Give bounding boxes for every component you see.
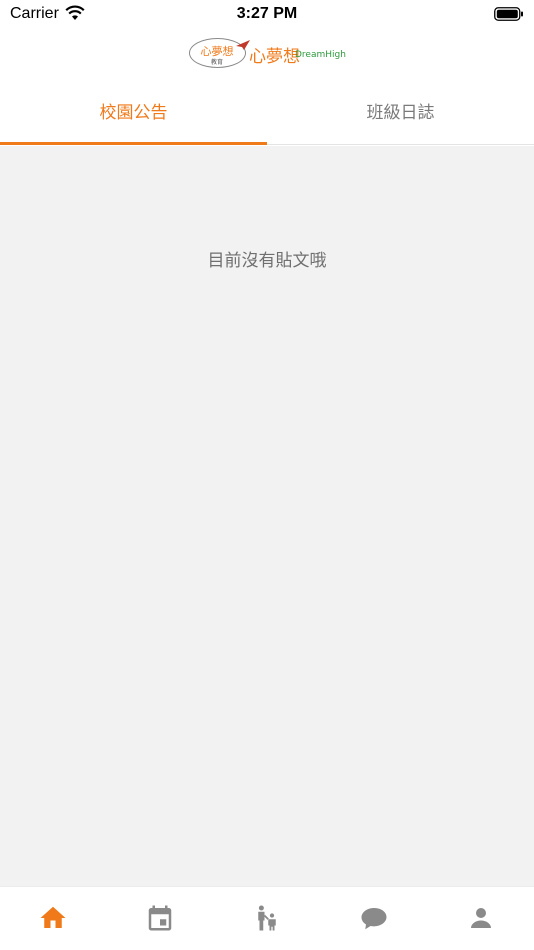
empty-state-message: 目前沒有貼文哦 bbox=[207, 251, 327, 271]
tab-campus-announcements[interactable]: 校園公告 bbox=[0, 84, 267, 145]
nav-profile-button[interactable] bbox=[466, 903, 496, 933]
tab-class-journal[interactable]: 班級日誌 bbox=[267, 84, 534, 145]
nav-chat-button[interactable] bbox=[359, 903, 389, 933]
logo-badge-subtext: 教育 bbox=[210, 59, 223, 66]
profile-icon bbox=[471, 908, 491, 928]
app-logo: 心夢想 教育 心夢想 DreamHigh bbox=[0, 36, 534, 72]
chat-icon bbox=[361, 908, 387, 930]
bottom-navigation bbox=[0, 886, 534, 950]
nav-calendar-button[interactable] bbox=[145, 903, 175, 933]
logo-dreamhigh: DreamHigh bbox=[295, 50, 346, 60]
active-tab-indicator bbox=[0, 142, 267, 145]
battery-icon bbox=[494, 7, 523, 21]
paper-plane-icon bbox=[236, 40, 250, 50]
home-icon bbox=[40, 906, 66, 928]
calendar-icon bbox=[148, 905, 172, 931]
status-bar: Carrier 3:27 PM bbox=[0, 0, 534, 28]
tab-bar: 校園公告 班級日誌 bbox=[0, 84, 534, 145]
nav-family-button[interactable] bbox=[252, 903, 282, 933]
post-list-area[interactable]: 目前沒有貼文哦 bbox=[0, 146, 534, 886]
app-screen: Carrier 3:27 PM 心夢想 教育 心夢想 DreamHigh 校園公… bbox=[0, 0, 534, 950]
family-icon bbox=[258, 905, 276, 931]
clock: 3:27 PM bbox=[236, 5, 298, 22]
logo-title: 心夢想 bbox=[249, 47, 300, 67]
nav-home-button[interactable] bbox=[38, 903, 68, 933]
